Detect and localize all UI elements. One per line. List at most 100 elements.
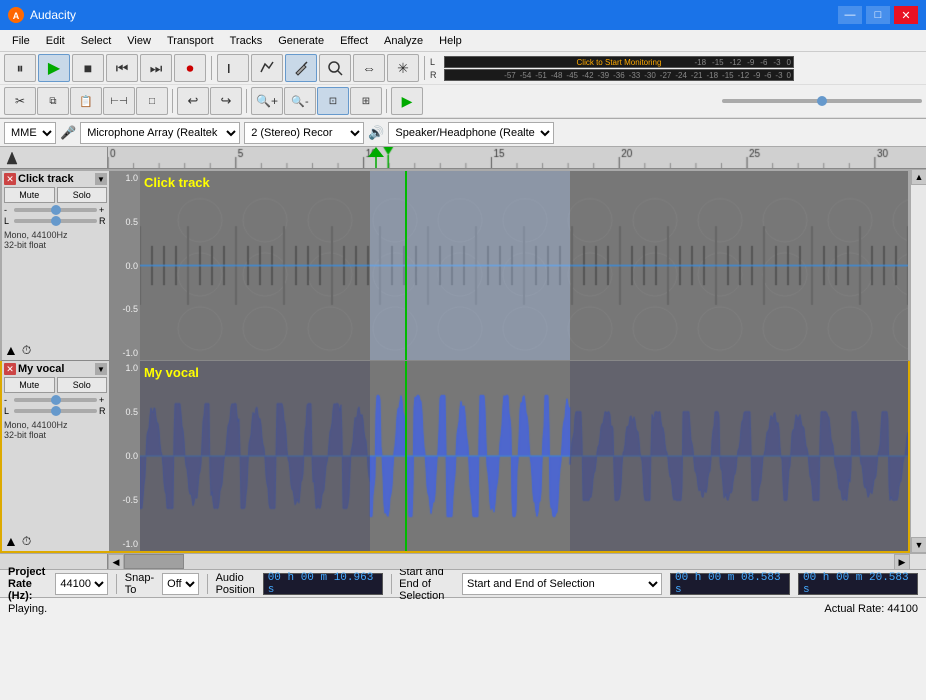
record-button[interactable]: ⏺ [174, 54, 206, 82]
menu-edit[interactable]: Edit [38, 33, 73, 49]
click-track-collapse[interactable]: ▲ [4, 342, 18, 358]
project-rate-label: Project Rate (Hz): [8, 566, 47, 602]
device-toolbar: MME 🎤 Microphone Array (Realtek 2 (Stere… [0, 119, 926, 147]
menu-help[interactable]: Help [431, 33, 470, 49]
click-track-selection [370, 171, 570, 360]
copy-button[interactable]: ⧉ [37, 87, 69, 115]
vocal-track-mute-solo: Mute Solo [4, 377, 107, 393]
app-icon: A [8, 7, 24, 23]
time-ruler[interactable] [108, 147, 926, 168]
click-track-pan-row: L R [4, 216, 107, 226]
vocal-track-waveform-area[interactable]: My vocal [140, 361, 908, 551]
pause-button[interactable]: ⏸ [4, 54, 36, 82]
click-track-dropdown[interactable]: ▼ [95, 173, 107, 185]
click-track-solo[interactable]: Solo [57, 187, 108, 203]
scroll-up-button[interactable]: ▲ [911, 169, 926, 185]
skip-fwd-button[interactable]: ⏭ [140, 54, 172, 82]
close-button[interactable]: ✕ [894, 6, 918, 24]
toolbars: ⏸ ▶ ■ ⏮ ⏭ ⏺ I ⇔ ✳ L Click to Star [0, 52, 926, 119]
selection-tool[interactable]: I [217, 54, 249, 82]
window-controls: — □ ✕ [838, 6, 918, 24]
input-device-select[interactable]: Microphone Array (Realtek [80, 122, 240, 144]
vocal-track-info: Mono, 44100Hz32-bit float [4, 420, 107, 440]
trim-button[interactable]: ⊢⊣ [103, 87, 135, 115]
api-select[interactable]: MME [4, 122, 56, 144]
hscroll-left-button[interactable]: ◀ [108, 554, 124, 570]
click-track-vol-pan: - + L R [4, 205, 107, 226]
vu-meter-l[interactable]: Click to Start Monitoring -18-15-12-9-6-… [444, 56, 794, 68]
hscroll-thumb[interactable] [124, 554, 184, 569]
vocal-track-solo[interactable]: Solo [57, 377, 108, 393]
minimize-button[interactable]: — [838, 6, 862, 24]
cut-button[interactable]: ✂ [4, 87, 36, 115]
hscrollbar-container: ◀ ▶ [0, 553, 926, 569]
menu-file[interactable]: File [4, 33, 38, 49]
speed-slider-thumb[interactable] [817, 96, 827, 106]
vocal-track-menu[interactable]: ⏱ [22, 534, 31, 549]
channels-select[interactable]: 2 (Stereo) Recor [244, 122, 364, 144]
scroll-down-button[interactable]: ▼ [911, 537, 926, 553]
vocal-track-playhead [405, 361, 407, 551]
vocal-track-close[interactable]: ✕ [4, 363, 16, 375]
zoom-tool[interactable] [319, 54, 351, 82]
vocal-pre-selection [140, 361, 370, 551]
selection-type-select[interactable]: Start and End of Selection Start and Len… [462, 573, 662, 595]
click-track-pan-thumb[interactable] [51, 216, 61, 226]
vu-l-label: L [430, 57, 442, 67]
draw-tool[interactable] [285, 54, 317, 82]
click-track-menu[interactable]: ⏱ [22, 343, 31, 358]
vocal-track-pan-slider[interactable] [14, 409, 97, 413]
menu-tracks[interactable]: Tracks [222, 33, 271, 49]
click-track-mute[interactable]: Mute [4, 187, 55, 203]
click-track-pan-slider[interactable] [14, 219, 97, 223]
project-rate-select[interactable]: 44100 [55, 573, 108, 595]
skip-back-button[interactable]: ⏮ [106, 54, 138, 82]
click-track-waveform-area[interactable]: Click track [140, 171, 908, 360]
click-track-close[interactable]: ✕ [4, 173, 16, 185]
vocal-track-dropdown[interactable]: ▼ [95, 363, 107, 375]
bottom-bar: Project Rate (Hz): 44100 Snap-To Off Aud… [0, 569, 926, 597]
play-button[interactable]: ▶ [38, 54, 70, 82]
maximize-button[interactable]: □ [866, 6, 890, 24]
click-to-monitor[interactable]: Click to Start Monitoring [577, 58, 662, 67]
multi-tool[interactable]: ✳ [387, 54, 419, 82]
vocal-track-collapse[interactable]: ▲ [4, 533, 18, 549]
vocal-track-header: ✕ My vocal ▼ Mute Solo - + [2, 361, 110, 551]
zoom-sel-button[interactable]: ⊞ [350, 87, 382, 115]
snap-to-select[interactable]: Off [162, 573, 199, 595]
click-track-vol-thumb[interactable] [51, 205, 61, 215]
stop-button[interactable]: ■ [72, 54, 104, 82]
menu-view[interactable]: View [119, 33, 159, 49]
selection-type-label: Start and End of Selection [399, 566, 454, 602]
undo-button[interactable]: ↩ [177, 87, 209, 115]
timeshift-tool[interactable]: ⇔ [353, 54, 385, 82]
menu-transport[interactable]: Transport [159, 33, 222, 49]
hscroll-right-button[interactable]: ▶ [894, 554, 910, 570]
vocal-track-volume-slider[interactable] [14, 398, 97, 402]
hscroll-track[interactable] [124, 554, 894, 569]
menu-generate[interactable]: Generate [270, 33, 332, 49]
vol-minus2: - [4, 395, 12, 405]
click-track-y-axis: 1.0 0.5 0.0 -0.5 -1.0 [110, 171, 140, 360]
silence-button[interactable]: □ [136, 87, 168, 115]
click-track-volume-slider[interactable] [14, 208, 97, 212]
vu-r-label: R [430, 70, 442, 80]
pan-l2: L [4, 406, 12, 416]
menu-effect[interactable]: Effect [332, 33, 376, 49]
vocal-track-pan-thumb[interactable] [51, 406, 61, 416]
statusbar: Playing. Actual Rate: 44100 [0, 597, 926, 619]
envelope-tool[interactable] [251, 54, 283, 82]
output-device-select[interactable]: Speaker/Headphone (Realte [388, 122, 554, 144]
paste-button[interactable]: 📋 [70, 87, 102, 115]
zoom-in-button[interactable]: 🔍+ [251, 87, 283, 115]
vocal-track-mute[interactable]: Mute [4, 377, 55, 393]
menu-select[interactable]: Select [73, 33, 120, 49]
play-btn2[interactable]: ▶ [391, 87, 423, 115]
redo-button[interactable]: ↪ [210, 87, 242, 115]
vu-meter-r[interactable]: -57-54-51-48-45-42-39-36-33-30-27-24-21-… [444, 69, 794, 81]
zoom-out-button[interactable]: 🔍- [284, 87, 316, 115]
vocal-track-vol-row: - + [4, 395, 107, 405]
menu-analyze[interactable]: Analyze [376, 33, 431, 49]
vocal-track-vol-thumb[interactable] [51, 395, 61, 405]
zoom-fit-button[interactable]: ⊡ [317, 87, 349, 115]
